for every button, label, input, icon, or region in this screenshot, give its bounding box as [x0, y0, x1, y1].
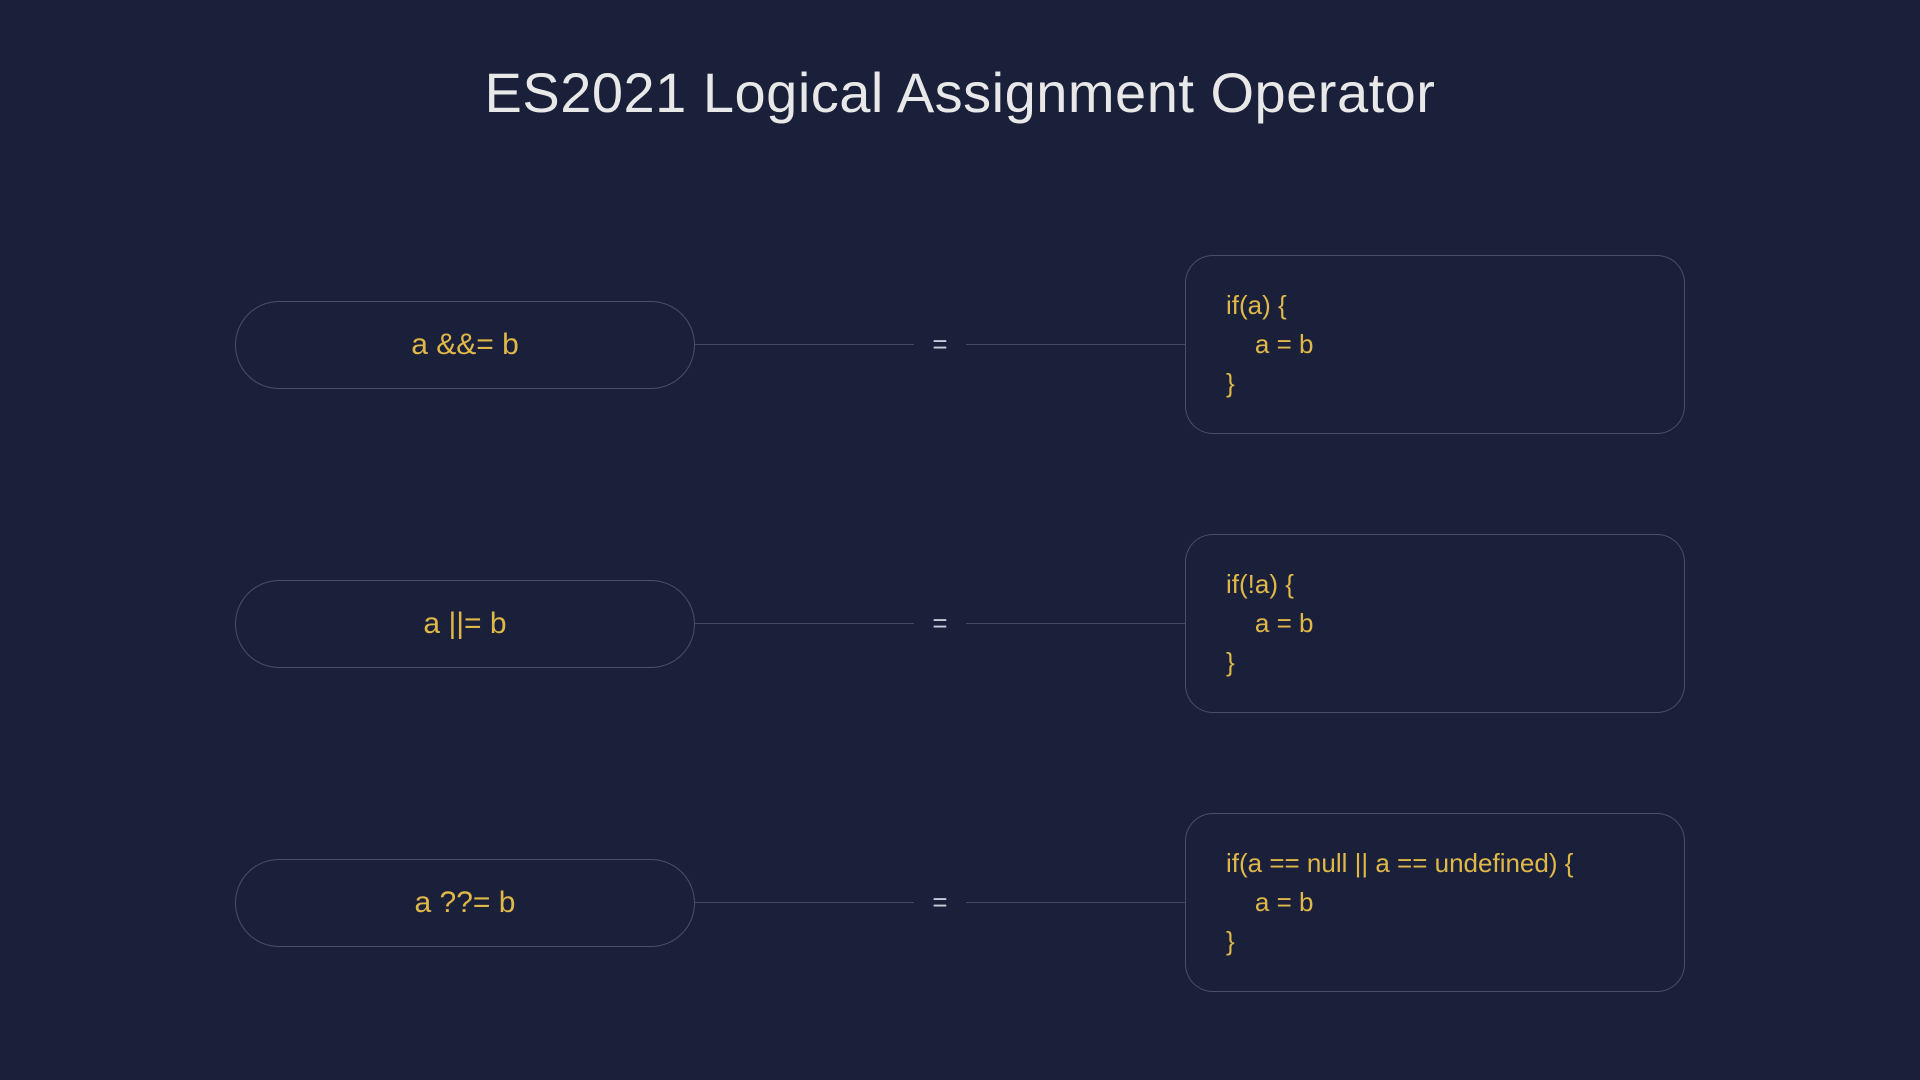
rows-container: a &&= b = if(a) { a = b } a ||= b = if(!…	[235, 255, 1685, 992]
operator-row: a ||= b = if(!a) { a = b }	[235, 534, 1685, 713]
connector: =	[695, 887, 1185, 918]
code-box-or: if(!a) { a = b }	[1185, 534, 1685, 713]
operator-pill-or: a ||= b	[235, 580, 695, 668]
equals-sign: =	[914, 608, 965, 639]
code-box-and: if(a) { a = b }	[1185, 255, 1685, 434]
operator-pill-and: a &&= b	[235, 301, 695, 389]
operator-row: a ??= b = if(a == null || a == undefined…	[235, 813, 1685, 992]
equals-sign: =	[914, 329, 965, 360]
diagram-container: ES2021 Logical Assignment Operator a &&=…	[0, 0, 1920, 1080]
connector: =	[695, 608, 1185, 639]
operator-pill-nullish: a ??= b	[235, 859, 695, 947]
code-box-nullish: if(a == null || a == undefined) { a = b …	[1185, 813, 1685, 992]
equals-sign: =	[914, 887, 965, 918]
connector: =	[695, 329, 1185, 360]
page-title: ES2021 Logical Assignment Operator	[485, 60, 1436, 125]
operator-row: a &&= b = if(a) { a = b }	[235, 255, 1685, 434]
